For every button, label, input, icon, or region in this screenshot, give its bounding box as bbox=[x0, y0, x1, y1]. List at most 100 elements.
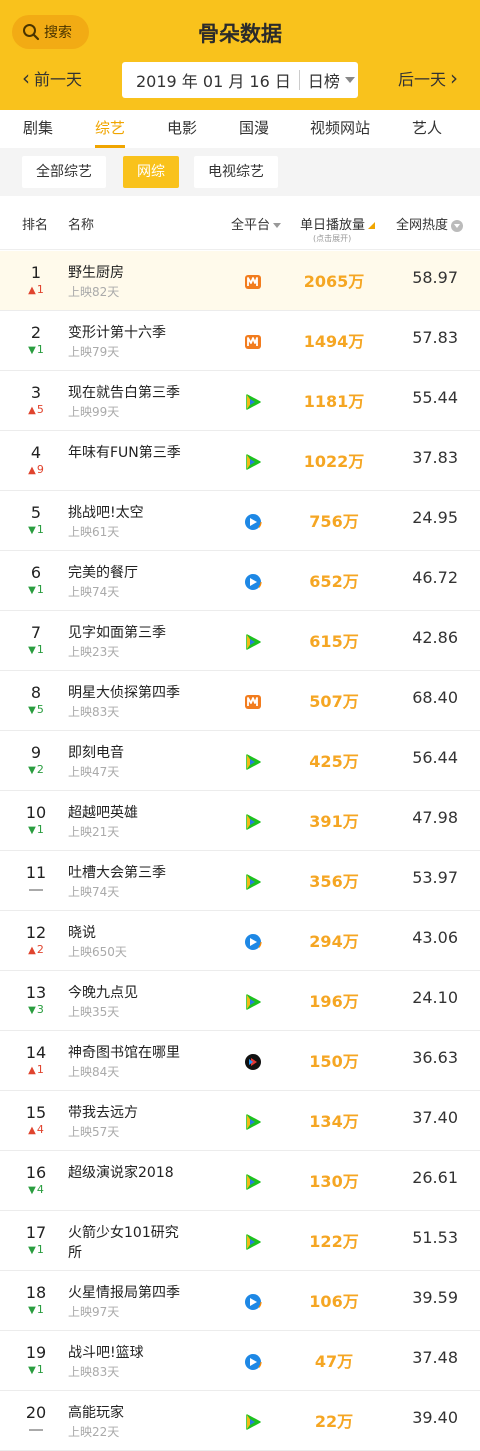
tencent-icon bbox=[244, 1293, 262, 1311]
show-title[interactable]: 年味有FUN第三季 bbox=[68, 443, 186, 463]
arrow-down-icon: ▼ bbox=[28, 525, 36, 536]
next-day-button[interactable]: 后一天 › bbox=[398, 66, 462, 90]
rank-number: 3 bbox=[30, 383, 42, 402]
show-title[interactable]: 神奇图书馆在哪里 bbox=[68, 1043, 186, 1063]
show-title[interactable]: 即刻电音 bbox=[68, 743, 186, 763]
table-row[interactable]: 5 ▼1 挑战吧!太空 上映61天 756万 24.95 bbox=[0, 491, 480, 551]
rank-change: ▼4 bbox=[16, 1184, 56, 1197]
show-title[interactable]: 见字如面第三季 bbox=[68, 623, 186, 643]
tab-4[interactable]: 视频网站 bbox=[310, 110, 370, 148]
table-row[interactable]: 20 高能玩家 上映22天 22万 39.40 bbox=[0, 1391, 480, 1451]
arrow-up-icon: ▲ bbox=[28, 285, 36, 296]
arrow-down-icon: ▼ bbox=[28, 1245, 36, 1256]
heat-score: 24.10 bbox=[412, 988, 458, 1007]
filter-chip-2[interactable]: 电视综艺 bbox=[194, 156, 278, 188]
show-title[interactable]: 高能玩家 bbox=[68, 1403, 186, 1423]
iqiyi-icon bbox=[246, 874, 261, 890]
rank-change-value: 1 bbox=[36, 1363, 44, 1376]
rank-change: ▼1 bbox=[16, 524, 56, 537]
show-title[interactable]: 野生厨房 bbox=[68, 263, 186, 283]
show-title[interactable]: 晓说 bbox=[68, 923, 186, 943]
show-title[interactable]: 火箭少女101研究所 bbox=[68, 1223, 186, 1263]
show-title[interactable]: 变形计第十六季 bbox=[68, 323, 186, 343]
show-title[interactable]: 带我去远方 bbox=[68, 1103, 186, 1123]
tab-0[interactable]: 剧集 bbox=[23, 110, 53, 148]
period-select[interactable]: 日榜 bbox=[308, 68, 340, 92]
table-row[interactable]: 7 ▼1 见字如面第三季 上映23天 615万 42.86 bbox=[0, 611, 480, 671]
table-row[interactable]: 6 ▼1 完美的餐厅 上映74天 652万 46.72 bbox=[0, 551, 480, 611]
show-title[interactable]: 超越吧英雄 bbox=[68, 803, 186, 823]
show-title[interactable]: 挑战吧!太空 bbox=[68, 503, 186, 523]
table-row[interactable]: 14 ▲1 神奇图书馆在哪里 上映84天 150万 36.63 bbox=[0, 1031, 480, 1091]
days-since-release: 上映61天 bbox=[68, 525, 120, 539]
col-heat-sort[interactable]: 全网热度 bbox=[396, 214, 464, 233]
table-row[interactable]: 15 ▲4 带我去远方 上映57天 134万 37.40 bbox=[0, 1091, 480, 1151]
iqiyi-icon bbox=[246, 454, 261, 470]
rank-change-value: 1 bbox=[36, 343, 44, 356]
days-since-release: 上映99天 bbox=[68, 405, 120, 419]
prev-day-button[interactable]: ‹ 前一天 bbox=[18, 66, 82, 90]
arrow-up-icon: ▲ bbox=[28, 1125, 36, 1136]
rank-number: 15 bbox=[25, 1103, 47, 1122]
show-title[interactable]: 现在就告白第三季 bbox=[68, 383, 186, 403]
table-row[interactable]: 8 ▼5 明星大侦探第四季 上映83天 507万 68.40 bbox=[0, 671, 480, 731]
table-row[interactable]: 16 ▼4 超级演说家2018 130万 26.61 bbox=[0, 1151, 480, 1211]
rank-number: 1 bbox=[30, 263, 42, 282]
heat-score: 47.98 bbox=[412, 808, 458, 827]
tab-3[interactable]: 国漫 bbox=[239, 110, 269, 148]
heat-score: 55.44 bbox=[412, 388, 458, 407]
rank-number: 5 bbox=[30, 503, 42, 522]
tab-5[interactable]: 艺人 bbox=[412, 110, 442, 148]
rank-change bbox=[16, 1424, 56, 1436]
date-divider bbox=[298, 70, 300, 90]
col-plays-label: 单日播放量 bbox=[300, 218, 366, 233]
tab-1[interactable]: 综艺 bbox=[94, 110, 126, 148]
table-row[interactable]: 3 ▲5 现在就告白第三季 上映99天 1181万 55.44 bbox=[0, 371, 480, 431]
tencent-icon bbox=[244, 933, 262, 951]
filter-chip-1[interactable]: 网综 bbox=[123, 156, 179, 188]
rank-change: ▼1 bbox=[16, 824, 56, 837]
youku-icon bbox=[245, 1054, 261, 1070]
daily-plays: 1181万 bbox=[303, 392, 365, 411]
daily-plays: 507万 bbox=[309, 692, 359, 711]
mango-icon bbox=[245, 335, 261, 349]
days-since-release: 上映22天 bbox=[68, 1425, 120, 1439]
rank-change-value: 2 bbox=[36, 943, 44, 956]
filter-chip-0[interactable]: 全部综艺 bbox=[22, 156, 106, 188]
rank-change: ▼1 bbox=[16, 584, 56, 597]
col-plays-hint: (点击展开) bbox=[313, 234, 352, 243]
rank-number: 11 bbox=[25, 863, 47, 882]
arrow-up-icon: ▲ bbox=[28, 1065, 36, 1076]
table-row[interactable]: 2 ▼1 变形计第十六季 上映79天 1494万 57.83 bbox=[0, 311, 480, 371]
show-title[interactable]: 完美的餐厅 bbox=[68, 563, 186, 583]
daily-plays: 391万 bbox=[309, 812, 359, 831]
date-selector[interactable]: 2019 年 01 月 16 日 日榜 bbox=[122, 62, 358, 98]
table-row[interactable]: 9 ▼2 即刻电音 上映47天 425万 56.44 bbox=[0, 731, 480, 791]
column-header: 排名 名称 全平台 单日播放量 (点击展开) 全网热度 bbox=[0, 196, 480, 250]
table-row[interactable]: 13 ▼3 今晚九点见 上映35天 196万 24.10 bbox=[0, 971, 480, 1031]
show-title[interactable]: 火星情报局第四季 bbox=[68, 1283, 186, 1303]
daily-plays: 22万 bbox=[314, 1412, 354, 1431]
col-heat-label: 全网热度 bbox=[396, 218, 449, 233]
col-plays-sort[interactable]: 单日播放量 bbox=[300, 214, 376, 233]
table-row[interactable]: 12 ▲2 晓说 上映650天 294万 43.06 bbox=[0, 911, 480, 971]
rank-change: ▼1 bbox=[16, 344, 56, 357]
table-row[interactable]: 11 吐槽大会第三季 上映74天 356万 53.97 bbox=[0, 851, 480, 911]
tab-2[interactable]: 电影 bbox=[167, 110, 197, 148]
show-title[interactable]: 明星大侦探第四季 bbox=[68, 683, 186, 703]
table-row[interactable]: 1 ▲1 野生厨房 上映82天 2065万 58.97 bbox=[0, 251, 480, 311]
table-row[interactable]: 18 ▼1 火星情报局第四季 上映97天 106万 39.59 bbox=[0, 1271, 480, 1331]
rank-change: ▼1 bbox=[16, 1244, 56, 1257]
ranking-list: 1 ▲1 野生厨房 上映82天 2065万 58.97 2 ▼1 变形计第十六季 上映79天 149… bbox=[0, 251, 480, 1451]
iqiyi-icon bbox=[246, 814, 261, 830]
show-title[interactable]: 今晚九点见 bbox=[68, 983, 186, 1003]
show-title[interactable]: 超级演说家2018 bbox=[68, 1163, 186, 1183]
table-row[interactable]: 19 ▼1 战斗吧!篮球 上映83天 47万 37.48 bbox=[0, 1331, 480, 1391]
table-row[interactable]: 4 ▲9 年味有FUN第三季 1022万 37.83 bbox=[0, 431, 480, 491]
table-row[interactable]: 10 ▼1 超越吧英雄 上映21天 391万 47.98 bbox=[0, 791, 480, 851]
show-title[interactable]: 吐槽大会第三季 bbox=[68, 863, 186, 883]
rank-number: 6 bbox=[30, 563, 42, 582]
table-row[interactable]: 17 ▼1 火箭少女101研究所 122万 51.53 bbox=[0, 1211, 480, 1271]
col-platform-filter[interactable]: 全平台 bbox=[231, 214, 282, 233]
show-title[interactable]: 战斗吧!篮球 bbox=[68, 1343, 186, 1363]
